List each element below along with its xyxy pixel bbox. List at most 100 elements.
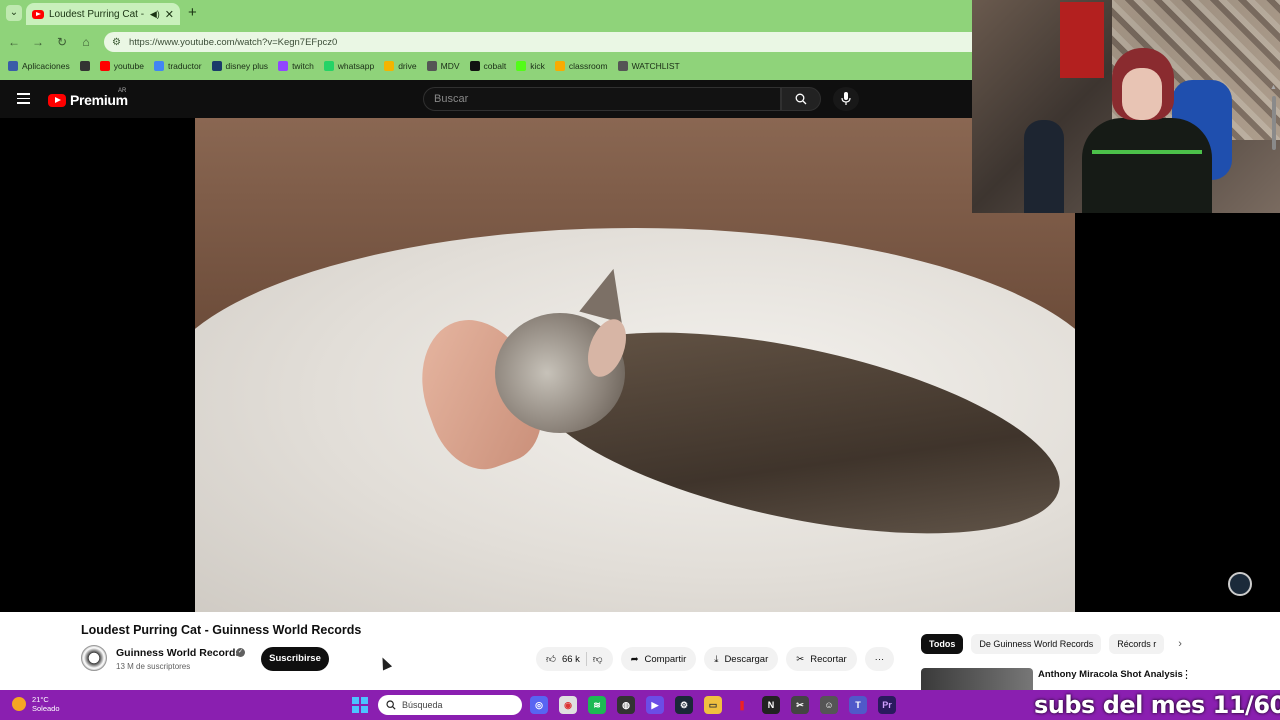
back-arrow-icon[interactable]: ← [6, 34, 22, 50]
youtube-play-icon [48, 93, 66, 107]
bookmark-label: cobalt [483, 61, 507, 71]
chip-all[interactable]: Todos [921, 634, 964, 654]
temperature: 21°C [32, 695, 49, 704]
region-code: AR [118, 88, 127, 94]
capcut-icon[interactable]: ✂ [791, 696, 809, 714]
red-app-icon[interactable]: ❚ [733, 696, 751, 714]
recommended-title[interactable]: Anthony Miracola Shot Analysis [1038, 669, 1183, 680]
bookmark-item[interactable]: cobalt [469, 61, 507, 71]
bookmark-item[interactable]: MDV [426, 61, 460, 71]
spotify-icon[interactable]: ≋ [588, 696, 606, 714]
jacket-stripe-image [1092, 150, 1202, 154]
microphone-image [1024, 120, 1064, 213]
bookmark-item[interactable]: disney plus [211, 61, 268, 71]
chat-icon[interactable]: ☺ [820, 696, 838, 714]
new-tab-button[interactable]: + [188, 4, 197, 21]
streamer-body-image [1082, 118, 1212, 213]
kebab-menu-icon[interactable]: ⋮ [1181, 668, 1192, 681]
obs-icon[interactable]: ◍ [617, 696, 635, 714]
more-icon: ··· [874, 653, 885, 665]
bookmark-item[interactable]: Aplicaciones [8, 61, 70, 71]
bookmark-item[interactable]: youtube [99, 61, 144, 71]
like-icon[interactable]: 👍︎ [546, 653, 556, 665]
share-button[interactable]: ➦ Compartir [620, 647, 697, 671]
scrollbar[interactable] [1272, 96, 1276, 150]
reload-icon[interactable]: ↻ [54, 34, 70, 50]
taskbar-search[interactable]: Búsqueda [378, 695, 522, 715]
bookmark-item[interactable]: WATCHLIST [617, 61, 680, 71]
video-info-section: Loudest Purring Cat - Guinness World Rec… [0, 612, 1280, 690]
download-button[interactable]: ⤓ Descargar [704, 647, 779, 671]
recommended-thumbnail[interactable] [921, 668, 1033, 690]
chevron-right-icon[interactable]: › [1178, 638, 1182, 650]
download-label: Descargar [724, 653, 769, 665]
bookmark-item[interactable]: drive [384, 61, 417, 71]
bookmark-item[interactable]: twitch [278, 61, 314, 71]
menu-icon[interactable] [17, 93, 30, 104]
like-count[interactable]: 66 k [562, 654, 580, 665]
chip-records[interactable]: Récords r [1109, 634, 1165, 654]
more-actions-button[interactable]: ··· [864, 647, 895, 671]
search-button[interactable] [781, 87, 821, 111]
notion-icon[interactable]: N [762, 696, 780, 714]
home-icon[interactable]: ⌂ [78, 34, 94, 50]
bookmarks-bar: Aplicaciones youtube traductor disney plus t… [0, 58, 972, 74]
media-player-icon[interactable]: ▶ [646, 696, 664, 714]
poster-image [1060, 2, 1104, 78]
channel-avatar[interactable] [81, 645, 107, 671]
search-input[interactable]: Buscar [423, 87, 781, 111]
bookmark-item[interactable]: traductor [153, 61, 202, 71]
tab-search-dropdown-icon[interactable]: ⌄ [6, 5, 22, 21]
address-bar[interactable]: ⚙ https://www.youtube.com/watch?v=Kegn7E… [104, 32, 972, 52]
search-icon [386, 700, 396, 710]
subscribe-button[interactable]: Suscribirse [261, 647, 329, 671]
video-frame[interactable] [195, 118, 1075, 612]
folder-icon [617, 61, 628, 71]
youtube-favicon-icon [32, 9, 44, 19]
search-icon [795, 93, 807, 105]
youtube-premium-logo[interactable]: Premium AR [48, 88, 128, 108]
filter-chips: Todos De Guinness World Records Récords … [921, 634, 1182, 654]
share-icon: ➦ [630, 653, 639, 665]
disney-icon [211, 61, 222, 71]
bookmark-label: whatsapp [337, 61, 375, 71]
bookmark-item[interactable]: whatsapp [323, 61, 375, 71]
gwr-watermark-icon [1228, 572, 1252, 596]
bookmark-item[interactable]: kick [516, 61, 545, 71]
file-explorer-icon[interactable]: ▭ [704, 696, 722, 714]
weather-condition: Soleado [32, 704, 60, 713]
steam-icon[interactable]: ⚙ [675, 696, 693, 714]
bookmark-label: kick [530, 61, 545, 71]
bookmark-item[interactable] [79, 61, 90, 71]
chrome-icon[interactable]: ◉ [559, 696, 577, 714]
taskbar-apps: ◎ ◉ ≋ ◍ ▶ ⚙ ▭ ❚ N ✂ ☺ T Pr [530, 696, 896, 714]
bookmark-item[interactable]: classroom [554, 61, 608, 71]
premiere-icon[interactable]: Pr [878, 696, 896, 714]
site-info-icon[interactable]: ⚙ [112, 37, 121, 48]
translate-icon [153, 61, 164, 71]
folder-icon [426, 61, 437, 71]
chip-channel[interactable]: De Guinness World Records [971, 634, 1102, 654]
weather-widget[interactable]: 21°C Soleado [12, 695, 60, 713]
verified-icon: ✓ [236, 648, 245, 657]
voice-search-button[interactable] [833, 87, 859, 111]
speaker-icon[interactable]: ◀) [150, 9, 160, 20]
channel-name[interactable]: Guinness World Records [116, 647, 241, 659]
forward-arrow-icon[interactable]: → [30, 34, 46, 50]
scroll-up-icon[interactable]: ▲ [1270, 84, 1277, 91]
video-title: Loudest Purring Cat - Guinness World Rec… [81, 623, 362, 637]
discord-icon[interactable]: ◎ [530, 696, 548, 714]
teams-icon[interactable]: T [849, 696, 867, 714]
share-label: Compartir [644, 653, 687, 665]
subscriber-count: 13 M de suscriptores [116, 662, 191, 671]
windows-start-icon[interactable] [352, 697, 368, 713]
clip-button[interactable]: ✂ Recortar [786, 647, 857, 671]
close-tab-icon[interactable]: ✕ [165, 8, 174, 21]
divider [585, 652, 587, 666]
bookmark-label: drive [398, 61, 417, 71]
webcam-overlay [972, 0, 1280, 213]
tab-youtube[interactable]: Loudest Purring Cat - Guin ◀) ✕ [26, 3, 180, 25]
apps-grid-icon [8, 61, 18, 71]
dislike-icon[interactable]: 👎︎ [593, 653, 603, 665]
bookmark-label: twitch [292, 61, 314, 71]
